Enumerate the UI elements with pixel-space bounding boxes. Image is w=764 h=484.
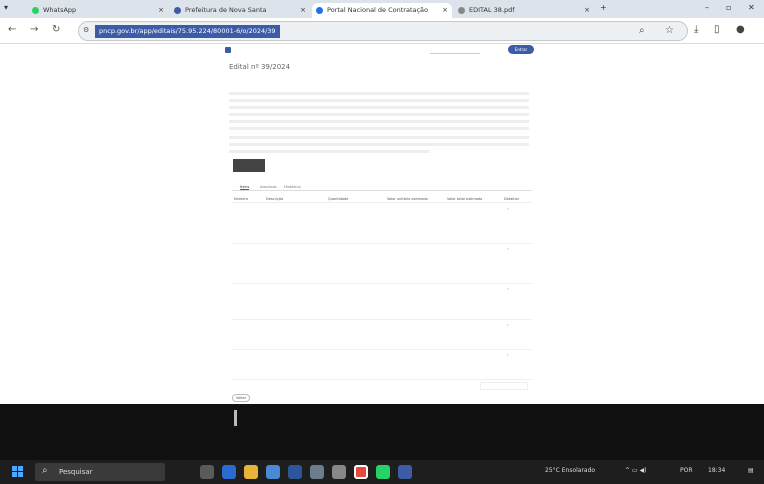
site-info-icon[interactable]: ⚙ (83, 26, 89, 34)
site-favicon-icon (174, 7, 181, 14)
task-view-icon[interactable] (200, 465, 214, 479)
detail-arrow-icon[interactable]: › (507, 286, 509, 291)
tab-label: WhatsApp (43, 6, 77, 14)
reload-icon[interactable]: ↻ (52, 24, 60, 35)
col-descricao: Descrição (266, 197, 284, 201)
maximize-icon[interactable]: ▫ (726, 3, 731, 12)
forward-arrow-icon[interactable]: → (30, 24, 38, 35)
sidebar-icon[interactable]: ▯ (714, 24, 720, 35)
weather-widget[interactable]: 25°C Ensolarado (545, 467, 595, 474)
col-numero: Número (234, 197, 248, 201)
login-button[interactable]: Entrar (508, 45, 534, 54)
detail-line (229, 92, 529, 95)
close-icon[interactable]: × (442, 3, 448, 18)
col-detalhar: Detalhar (504, 197, 520, 201)
tab-edital-pdf[interactable]: EDITAL 38.pdf × (454, 3, 594, 18)
notification-icon[interactable]: ▤ (748, 467, 754, 474)
col-quantidade: Quantidade (328, 197, 349, 201)
tab-itens[interactable]: Itens (240, 184, 250, 190)
tab-label: Prefeitura de Nova Santa (185, 6, 267, 14)
tab-whatsapp[interactable]: WhatsApp × (28, 3, 168, 18)
detail-line (229, 106, 529, 109)
content-tabs: Itens Arquivos Histórico (232, 183, 532, 191)
clock[interactable]: 18:34 (708, 467, 725, 474)
detail-arrow-icon[interactable]: › (507, 352, 509, 357)
detail-line (229, 99, 529, 102)
items-table-header: Número Descrição Quantidade Valor unitár… (232, 195, 532, 203)
table-row: › (232, 284, 532, 320)
pdf-icon (458, 7, 465, 14)
windows-start-icon[interactable] (12, 466, 24, 478)
detail-line (229, 150, 429, 153)
page-title: Edital nº 39/2024 (229, 63, 291, 71)
taskbar-search[interactable]: ⌕ Pesquisar (35, 463, 165, 481)
app-icon[interactable] (332, 465, 346, 479)
tab-pncp[interactable]: Portal Nacional de Contratação × (312, 3, 452, 18)
pncp-favicon-icon (316, 7, 323, 14)
detail-line (229, 120, 529, 123)
zoom-icon[interactable]: ⌕ (639, 25, 645, 36)
profile-icon[interactable]: ● (736, 24, 745, 35)
browser-tab-bar: ▾ WhatsApp × Prefeitura de Nova Santa × … (0, 0, 764, 18)
page-content: Entrar Edital nº 39/2024 Itens Arquivos … (0, 44, 764, 404)
col-valor-total: Valor total estimado (447, 197, 483, 201)
detail-arrow-icon[interactable]: › (507, 246, 509, 251)
close-window-icon[interactable]: ✕ (748, 3, 755, 12)
tab-historico[interactable]: Histórico (284, 184, 301, 189)
pncp-logo-icon (225, 47, 231, 53)
site-footer (0, 404, 764, 460)
language-indicator[interactable]: POR (680, 467, 693, 474)
pagination[interactable] (480, 382, 528, 390)
taskbar-search-label: Pesquisar (59, 468, 93, 476)
windows-taskbar: ⌕ Pesquisar 25°C Ensolarado ^ ▭ ◀) POR 1… (0, 460, 764, 484)
table-row: › (232, 320, 532, 350)
table-row: › (232, 244, 532, 284)
download-icon[interactable]: ⤓ (694, 24, 698, 35)
col-valor-unitario: Valor unitário estimado (387, 197, 428, 201)
gov-logo (234, 410, 278, 426)
action-button[interactable] (233, 159, 265, 172)
close-icon[interactable]: × (584, 3, 590, 18)
tab-label: EDITAL 38.pdf (469, 6, 515, 14)
back-arrow-icon[interactable]: ← (8, 24, 16, 35)
browser-toolbar: ← → ↻ ⚙ pncp.gov.br/app/editais/75.95.22… (0, 18, 764, 44)
detail-line (229, 136, 529, 139)
detail-line (229, 127, 529, 130)
tab-search-icon[interactable]: ▾ (4, 3, 8, 12)
back-button[interactable]: Voltar (232, 394, 250, 402)
whatsapp-icon (32, 7, 39, 14)
detail-line (229, 143, 529, 146)
address-bar[interactable]: ⚙ pncp.gov.br/app/editais/75.95.224/8000… (78, 21, 688, 41)
tab-prefeitura[interactable]: Prefeitura de Nova Santa × (170, 3, 310, 18)
detail-arrow-icon[interactable]: › (507, 322, 509, 327)
file-explorer-icon[interactable] (244, 465, 258, 479)
url-text[interactable]: pncp.gov.br/app/editais/75.95.224/80001-… (95, 25, 280, 38)
close-icon[interactable]: × (300, 3, 306, 18)
new-tab-button[interactable]: + (600, 3, 607, 12)
tray-icons[interactable]: ^ ▭ ◀) (625, 467, 646, 474)
table-row: › (232, 204, 532, 244)
detail-line (229, 113, 529, 116)
word-icon[interactable] (288, 465, 302, 479)
edge-icon[interactable] (222, 465, 236, 479)
store-icon[interactable] (266, 465, 280, 479)
chrome-icon[interactable] (354, 465, 368, 479)
app-icon[interactable] (398, 465, 412, 479)
tab-label: Portal Nacional de Contratação (327, 6, 429, 14)
site-search-input[interactable] (430, 47, 480, 54)
minimize-icon[interactable]: – (705, 3, 709, 12)
detail-arrow-icon[interactable]: › (507, 206, 509, 211)
whatsapp-taskbar-icon[interactable] (376, 465, 390, 479)
bookmark-star-icon[interactable]: ☆ (665, 25, 674, 36)
table-row: › (232, 350, 532, 380)
site-header: Entrar (225, 44, 535, 58)
tab-arquivos[interactable]: Arquivos (260, 184, 277, 189)
close-icon[interactable]: × (158, 3, 164, 18)
mail-icon[interactable] (310, 465, 324, 479)
search-icon: ⌕ (42, 465, 48, 476)
